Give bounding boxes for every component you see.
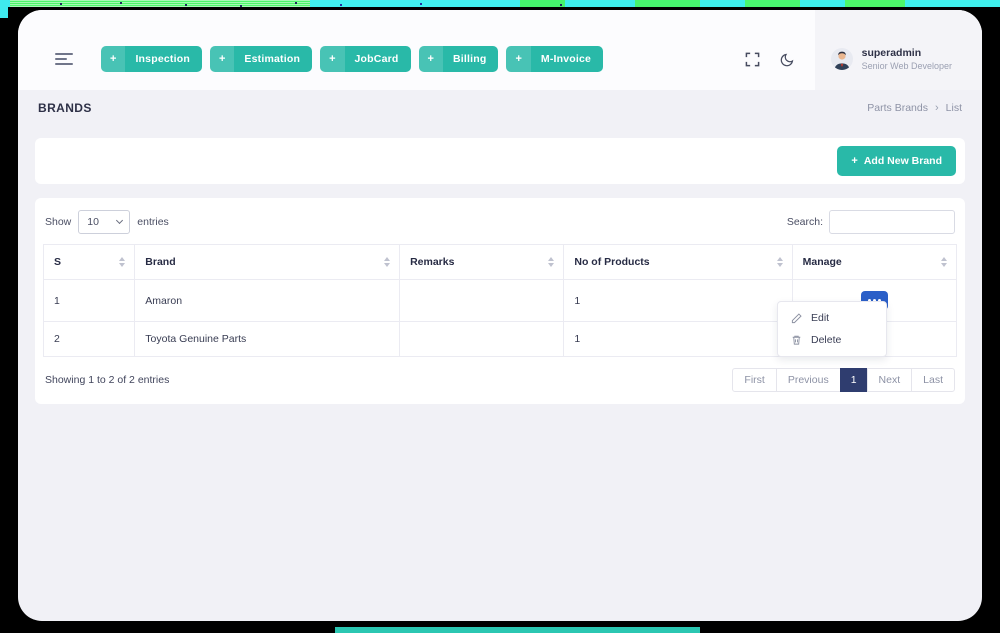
plus-icon: + [101,46,125,72]
plus-icon: + [210,46,234,72]
page-length-control: Show 10 entries [45,210,169,234]
dark-mode-moon-icon[interactable] [780,52,795,67]
glitch-artifact-top [0,0,1000,7]
breadcrumb-parent[interactable]: Parts Brands [867,102,928,114]
page-header: BRANDS Parts Brands › List [18,90,982,126]
pencil-icon [791,313,802,324]
quick-add-inspection-button[interactable]: + Inspection [101,46,202,72]
quick-action-buttons: + Inspection + Estimation + JobCard + Bi… [101,46,603,72]
user-profile-menu[interactable]: superadmin Senior Web Developer [815,10,982,90]
breadcrumb-separator-icon: › [935,102,939,114]
row-actions-dropdown: Edit Delete [777,301,887,357]
column-header-products[interactable]: No of Products [564,245,792,280]
sort-icon [548,257,554,267]
column-header-manage[interactable]: Manage [792,245,956,280]
cell-serial: 2 [44,322,135,357]
search-input[interactable] [829,210,955,234]
glitch-corner-block [0,0,8,18]
delete-menu-item[interactable]: Delete [778,329,886,351]
sort-icon [119,257,125,267]
cell-brand: Toyota Genuine Parts [135,322,400,357]
top-navbar: + Inspection + Estimation + JobCard + Bi… [18,10,982,90]
glitch-stripes [10,0,310,7]
column-header-brand[interactable]: Brand [135,245,400,280]
sort-icon [384,257,390,267]
cell-products: 1 [564,280,792,322]
plus-icon: + [320,46,344,72]
cell-brand: Amaron [135,280,400,322]
table-controls: Show 10 entries Search: [45,210,955,234]
pagination: First Previous 1 Next Last [732,368,955,392]
search-control: Search: [787,210,955,234]
quick-add-minvoice-button[interactable]: + M-Invoice [506,46,603,72]
entries-info: Showing 1 to 2 of 2 entries [45,374,169,386]
plus-icon: + [851,157,857,166]
column-header-s[interactable]: S [44,245,135,280]
page-title: BRANDS [38,101,92,115]
add-new-brand-button[interactable]: + Add New Brand [837,146,956,176]
edit-menu-item[interactable]: Edit [778,307,886,329]
trash-icon [791,334,802,346]
pagination-last-button[interactable]: Last [911,368,955,392]
sort-icon [941,257,947,267]
plus-icon: + [506,46,530,72]
user-name: superadmin [862,47,952,59]
glitch-artifact-bottom [335,627,700,633]
app-window: + Inspection + Estimation + JobCard + Bi… [18,10,982,621]
plus-icon: + [419,46,443,72]
breadcrumb-current: List [946,102,962,114]
entries-label: entries [137,216,169,228]
brands-table-panel: Show 10 entries Search: [35,198,965,404]
page-content: + Add New Brand Show 10 entries Se [18,126,982,404]
toolbar-panel: + Add New Brand [35,138,965,184]
pagination-page-1-button[interactable]: 1 [840,368,868,392]
breadcrumb: Parts Brands › List [867,102,962,114]
pagination-first-button[interactable]: First [732,368,776,392]
menu-toggle-icon[interactable] [55,53,75,65]
cell-remarks [400,322,564,357]
pagination-next-button[interactable]: Next [867,368,913,392]
table-header-row: S Brand Remarks No of Products [44,245,957,280]
search-label: Search: [787,216,823,228]
sort-icon [777,257,783,267]
user-role: Senior Web Developer [862,61,952,71]
pagination-previous-button[interactable]: Previous [776,368,841,392]
fullscreen-icon[interactable] [745,52,760,67]
cell-remarks [400,280,564,322]
quick-add-estimation-button[interactable]: + Estimation [210,46,312,72]
navbar-right: superadmin Senior Web Developer [745,28,982,90]
table-footer: Showing 1 to 2 of 2 entries First Previo… [45,368,955,392]
cell-products: 1 [564,322,792,357]
show-label: Show [45,216,71,228]
page-size-select[interactable]: 10 [78,210,130,234]
avatar [831,48,853,70]
quick-add-billing-button[interactable]: + Billing [419,46,499,72]
cell-serial: 1 [44,280,135,322]
column-header-remarks[interactable]: Remarks [400,245,564,280]
quick-add-jobcard-button[interactable]: + JobCard [320,46,410,72]
